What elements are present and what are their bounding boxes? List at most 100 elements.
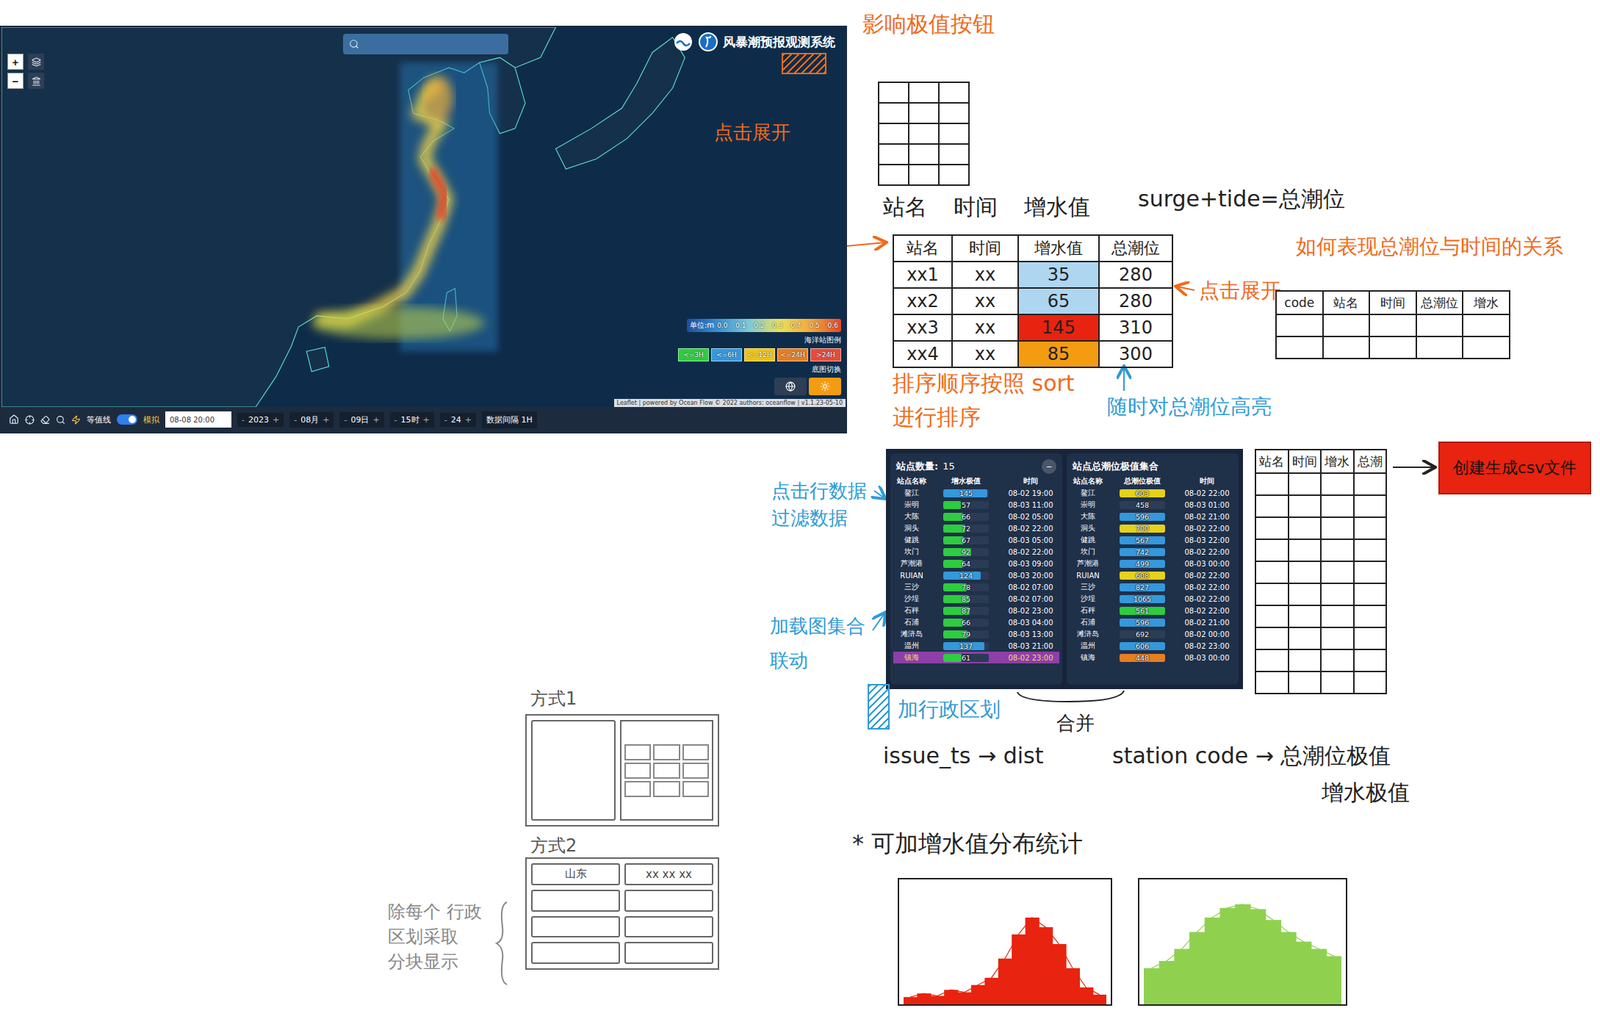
globe-icon: [785, 381, 796, 392]
station-row[interactable]: 大陈59608-02 21:00: [1069, 510, 1236, 523]
zoom-out-button[interactable]: −: [7, 72, 24, 89]
station-row[interactable]: RUIAN60808-02 22:00: [1069, 569, 1236, 582]
value-bar: 567: [1119, 536, 1166, 545]
value-bar: 700: [1119, 524, 1166, 533]
basemap-button[interactable]: [808, 377, 842, 396]
contour-toggle[interactable]: [116, 414, 138, 425]
value-bar: 57: [943, 501, 989, 510]
tide-distribution-chart: [1137, 877, 1348, 1006]
station-row[interactable]: 坎门74208-02 22:00: [1069, 545, 1236, 558]
station-row[interactable]: 石秤56108-02 22:00: [1069, 604, 1236, 617]
csv-export-button[interactable]: 创建生成csv文件: [1438, 441, 1592, 495]
station-row[interactable]: 洞头7208-02 22:00: [893, 522, 1060, 535]
basemap-button[interactable]: [774, 377, 807, 396]
station-time: 08-02 22:00: [1179, 595, 1235, 604]
chart-bar: [1025, 917, 1040, 1005]
station-time: 08-03 01:00: [1179, 501, 1235, 510]
time-stepper[interactable]: -09日+: [339, 412, 384, 428]
map-legend: 单位:m0.00.10.20.30.40.50.6海洋站图例<=3H<=6H<=…: [686, 318, 842, 396]
station-row[interactable]: 石秤8708-02 23:00: [893, 604, 1060, 617]
landmark-button[interactable]: [27, 72, 45, 89]
click-expand-note: 点击展开: [714, 120, 791, 145]
station-row[interactable]: 崇明5708-03 11:00: [893, 498, 1060, 511]
column-header: 站点名称增水极值时间: [893, 475, 1060, 488]
station-name: 崇明: [894, 499, 929, 510]
highlight-note: 随时对总潮位高亮: [1107, 393, 1272, 420]
chart-bar: [1325, 955, 1342, 1005]
value-bar: 64: [943, 559, 989, 568]
chart-bar: [1173, 949, 1190, 1005]
value-bar: 596: [1119, 618, 1166, 627]
station-row[interactable]: RUIAN12408-03 20:00: [893, 569, 1060, 582]
chart-bar: [1093, 994, 1107, 1005]
station-row[interactable]: 三沙82708-02 22:00: [1069, 581, 1236, 593]
chart-line: [910, 917, 1100, 997]
station-name: 鳌江: [1071, 487, 1105, 499]
map-area[interactable]: 风暴潮预报观测系统+−单位:m0.00.10.20.30.40.50.6海洋站图…: [1, 27, 846, 407]
value-bar: 1065: [1119, 595, 1166, 604]
station-row[interactable]: 镇海44808-03 00:00: [1069, 651, 1236, 664]
station-row[interactable]: 鳌江14508-02 19:00: [893, 487, 1060, 499]
station-time: 08-02 23:00: [1179, 642, 1235, 651]
station-legend-chip: <=24H: [777, 348, 809, 362]
value-bar: 78: [943, 583, 989, 592]
station-name: 坎门: [1071, 546, 1105, 557]
relation-table-sketch: code站名时间总潮位增水: [1275, 290, 1511, 360]
station-row[interactable]: 芦潮港49908-03 00:00: [1069, 557, 1236, 570]
search-icon[interactable]: [55, 415, 66, 425]
chart-bar: [1250, 908, 1266, 1005]
eraser-icon[interactable]: [40, 415, 50, 425]
station-row[interactable]: 健跳56708-03 22:00: [1069, 534, 1236, 546]
station-row[interactable]: 芦潮港6408-03 09:00: [893, 557, 1060, 570]
station-row[interactable]: 石浦59608-02 21:00: [1069, 616, 1236, 629]
station-row[interactable]: 沙埕106508-02 22:00: [1069, 592, 1236, 605]
chart-bar: [1011, 934, 1026, 1005]
lightning-icon[interactable]: [71, 415, 81, 425]
chart-bar: [1065, 968, 1080, 1005]
value-bar: 85: [943, 595, 989, 604]
value-bar: 606: [1119, 642, 1166, 651]
value-bar: 124: [943, 571, 989, 580]
formula-note: surge+tide=总潮位: [1137, 185, 1346, 214]
station-time: 08-02 22:00: [1179, 524, 1235, 533]
station-time: 08-02 21:00: [1179, 618, 1235, 627]
station-time: 08-03 22:00: [1179, 536, 1235, 545]
station-row[interactable]: 三沙7808-02 07:00: [893, 581, 1060, 593]
layout1-label: 方式1: [530, 687, 577, 710]
time-stepper[interactable]: -2023+: [237, 412, 284, 427]
time-stepper[interactable]: -08月+: [289, 412, 334, 428]
distribution-chart-icon: [1143, 883, 1342, 1005]
layers-button[interactable]: [27, 53, 45, 70]
extreme-button-sketch: [781, 52, 827, 75]
station-time: 08-02 22:00: [1003, 524, 1058, 533]
station-row[interactable]: 温州13708-03 21:00: [893, 639, 1060, 652]
station-row[interactable]: 温州60608-02 23:00: [1069, 639, 1236, 652]
station-time: 08-03 00:00: [1179, 653, 1235, 662]
map-app: 风暴潮预报观测系统+−单位:m0.00.10.20.30.40.50.6海洋站图…: [0, 25, 848, 434]
home-icon[interactable]: [8, 414, 20, 425]
station-name: 三沙: [894, 581, 929, 593]
time-stepper[interactable]: -15时+: [390, 412, 435, 428]
region-note: 加行政区划: [897, 696, 1001, 723]
chart-bar: [1219, 907, 1235, 1005]
station-row[interactable]: 滩浒岛69208-02 00:00: [1069, 628, 1236, 640]
station-row[interactable]: 洞头70008-02 22:00: [1069, 522, 1236, 535]
station-row[interactable]: 崇明45808-03 01:00: [1069, 498, 1236, 511]
station-row[interactable]: 坎门9208-02 22:00: [893, 545, 1060, 558]
station-row[interactable]: 大陈6608-02 05:00: [893, 510, 1060, 523]
collapse-button[interactable]: −: [1041, 459, 1057, 474]
locate-icon[interactable]: [24, 415, 35, 425]
station-row[interactable]: 鳌江60308-02 22:00: [1069, 487, 1236, 499]
station-row[interactable]: 沙埕8508-02 07:00: [893, 592, 1060, 605]
station-row[interactable]: 石浦6608-03 04:00: [893, 616, 1060, 629]
search-bar[interactable]: [343, 33, 509, 55]
time-stepper[interactable]: -24+: [440, 412, 477, 427]
station-row[interactable]: 健跳6708-03 05:00: [893, 534, 1060, 546]
station-row[interactable]: 滩浒岛7908-03 13:00: [893, 628, 1060, 640]
value-bar: 145: [943, 489, 989, 498]
zoom-in-button[interactable]: +: [7, 53, 24, 70]
station-time: 08-03 05:00: [1003, 536, 1058, 545]
station-name: 坎门: [894, 546, 929, 557]
station-row[interactable]: 镇海6108-02 23:00: [893, 651, 1060, 664]
datetime-input[interactable]: 08-08 20:00: [165, 411, 232, 428]
